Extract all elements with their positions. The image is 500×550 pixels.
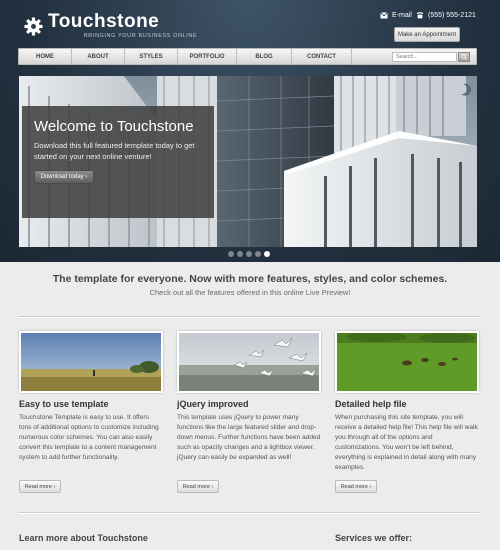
slide-dot-4[interactable]	[255, 251, 261, 257]
search-button[interactable]	[458, 52, 470, 62]
seagulls-photo	[177, 331, 321, 393]
grass-field-photo	[335, 331, 479, 393]
phone-label: (555) 555-2121	[428, 12, 476, 19]
feature-title: Detailed help file	[335, 399, 407, 409]
main-nav: HOME ABOUT STYLES PORTFOLIO BLOG CONTACT	[18, 48, 477, 65]
email-label: E-mail	[392, 12, 412, 19]
logo[interactable]: Touchstone BRINGING YOUR BUSINESS ONLINE	[24, 12, 197, 40]
read-more-button-2[interactable]: Read more ›	[177, 480, 219, 493]
phone-number: (555) 555-2121	[416, 12, 476, 19]
brand-name: Touchstone	[48, 11, 160, 32]
slide-title: Welcome to Touchstone	[34, 118, 194, 135]
section-divider	[18, 512, 480, 513]
slide-caption: Welcome to Touchstone Download this full…	[22, 106, 214, 218]
read-more-button-3[interactable]: Read more ›	[335, 480, 377, 493]
read-more-button-1[interactable]: Read more ›	[19, 480, 61, 493]
nav-item-portfolio[interactable]: PORTFOLIO	[178, 49, 237, 64]
make-appointment-button[interactable]: Make an Appointment	[394, 27, 460, 42]
slide-dot-2[interactable]	[237, 251, 243, 257]
feature-text: Touchstone Template is easy to use. It o…	[19, 414, 159, 461]
slide-text: Download this full featured template tod…	[34, 141, 195, 161]
nav-item-blog[interactable]: BLOG	[237, 49, 292, 64]
header: Touchstone BRINGING YOUR BUSINESS ONLINE…	[0, 0, 500, 262]
slide-dot-5[interactable]	[264, 251, 270, 257]
gear-icon	[24, 16, 43, 36]
slider-pagination	[228, 251, 273, 257]
field-photo	[19, 331, 163, 393]
featured-slider[interactable]: Welcome to Touchstone Download this full…	[19, 76, 477, 247]
feature-column-2: jQuery improved This template uses jQuer…	[177, 331, 321, 463]
envelope-icon	[380, 12, 388, 19]
feature-title: Easy to use template	[19, 399, 109, 409]
search-input[interactable]	[392, 52, 457, 62]
slide-dot-1[interactable]	[228, 251, 234, 257]
search-icon	[461, 54, 467, 60]
section-divider	[18, 316, 480, 317]
nav-item-home[interactable]: HOME	[19, 49, 72, 64]
slide-dot-3[interactable]	[246, 251, 252, 257]
nav-item-about[interactable]: ABOUT	[72, 49, 125, 64]
email-link[interactable]: E-mail	[380, 12, 412, 19]
download-button[interactable]: Download today ›	[34, 170, 94, 184]
nav-item-styles[interactable]: STYLES	[125, 49, 178, 64]
intro-subtext: Check out all the features offered in th…	[149, 288, 351, 297]
nav-item-contact[interactable]: CONTACT	[292, 49, 352, 64]
feature-text: This template uses jQuery to power many …	[177, 414, 321, 461]
services-heading: Services we offer:	[335, 533, 413, 543]
learn-more-heading: Learn more about Touchstone	[19, 533, 148, 543]
intro-heading: The template for everyone. Now with more…	[52, 273, 448, 285]
brand-tagline: BRINGING YOUR BUSINESS ONLINE	[84, 33, 198, 39]
feature-title: jQuery improved	[177, 399, 249, 409]
feature-column-3: Detailed help file When purchasing this …	[335, 331, 479, 473]
phone-icon	[417, 12, 423, 19]
feature-column-1: Easy to use template Touchstone Template…	[19, 331, 163, 463]
feature-text: When purchasing this site template, you …	[335, 414, 478, 471]
